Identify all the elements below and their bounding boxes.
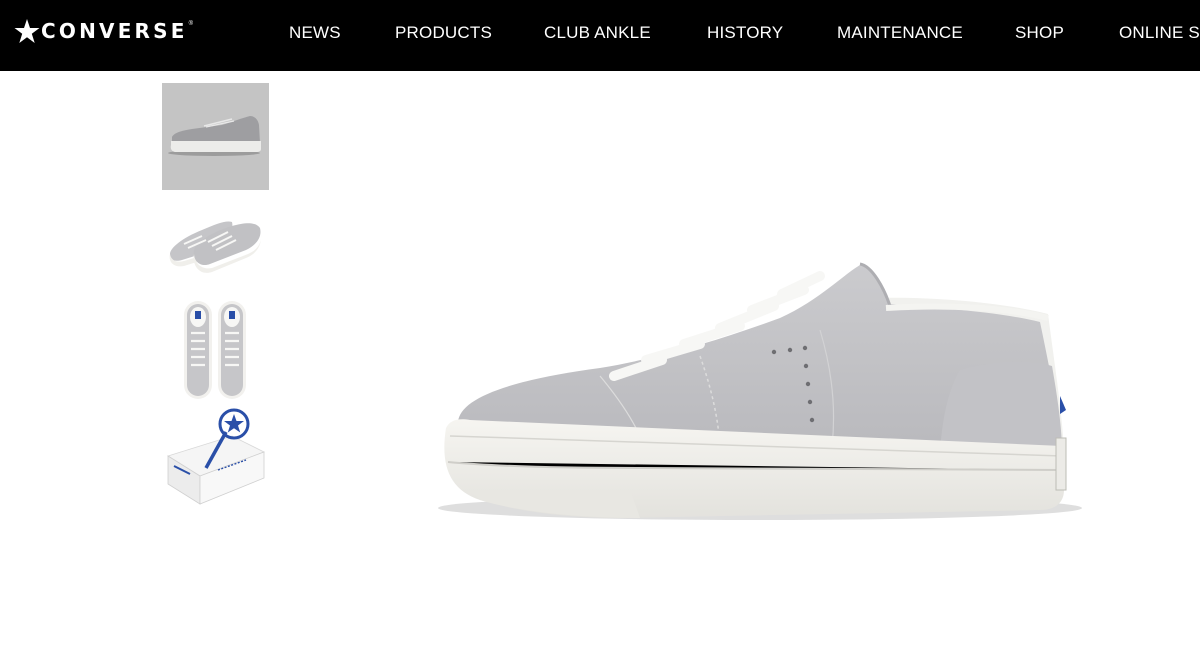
nav-online-shop[interactable]: ONLINE S [1119,23,1200,43]
nav-products[interactable]: PRODUCTS [395,23,492,43]
shoe-box-thumb-image [167,408,265,505]
shoe-top-thumb-image [184,301,246,399]
converse-logo[interactable]: CONVERSE ® [14,17,193,45]
star-icon [14,19,40,43]
site-header: CONVERSE ® NEWS PRODUCTS CLUB ANKLE HIST… [0,0,1200,71]
thumbnail-pair-top-view[interactable] [162,297,269,404]
brand-name: CONVERSE [41,19,188,43]
nav-club-ankle[interactable]: CLUB ANKLE [544,23,651,43]
nav-maintenance[interactable]: MAINTENANCE [837,23,963,43]
shoe-pair-thumb-image [169,221,262,273]
shoe-side-thumb-image [168,116,261,156]
nav-news[interactable]: NEWS [289,23,341,43]
shoe-main-image [438,262,1082,520]
thumbnail-shoe-box[interactable] [162,404,269,511]
registered-mark: ® [188,21,194,27]
nav-history[interactable]: HISTORY [707,23,783,43]
main-product-image [400,200,1120,560]
thumbnail-pair-angle-view[interactable] [162,190,269,297]
thumbnail-side-view[interactable] [162,83,269,190]
nav-shop[interactable]: SHOP [1015,23,1064,43]
